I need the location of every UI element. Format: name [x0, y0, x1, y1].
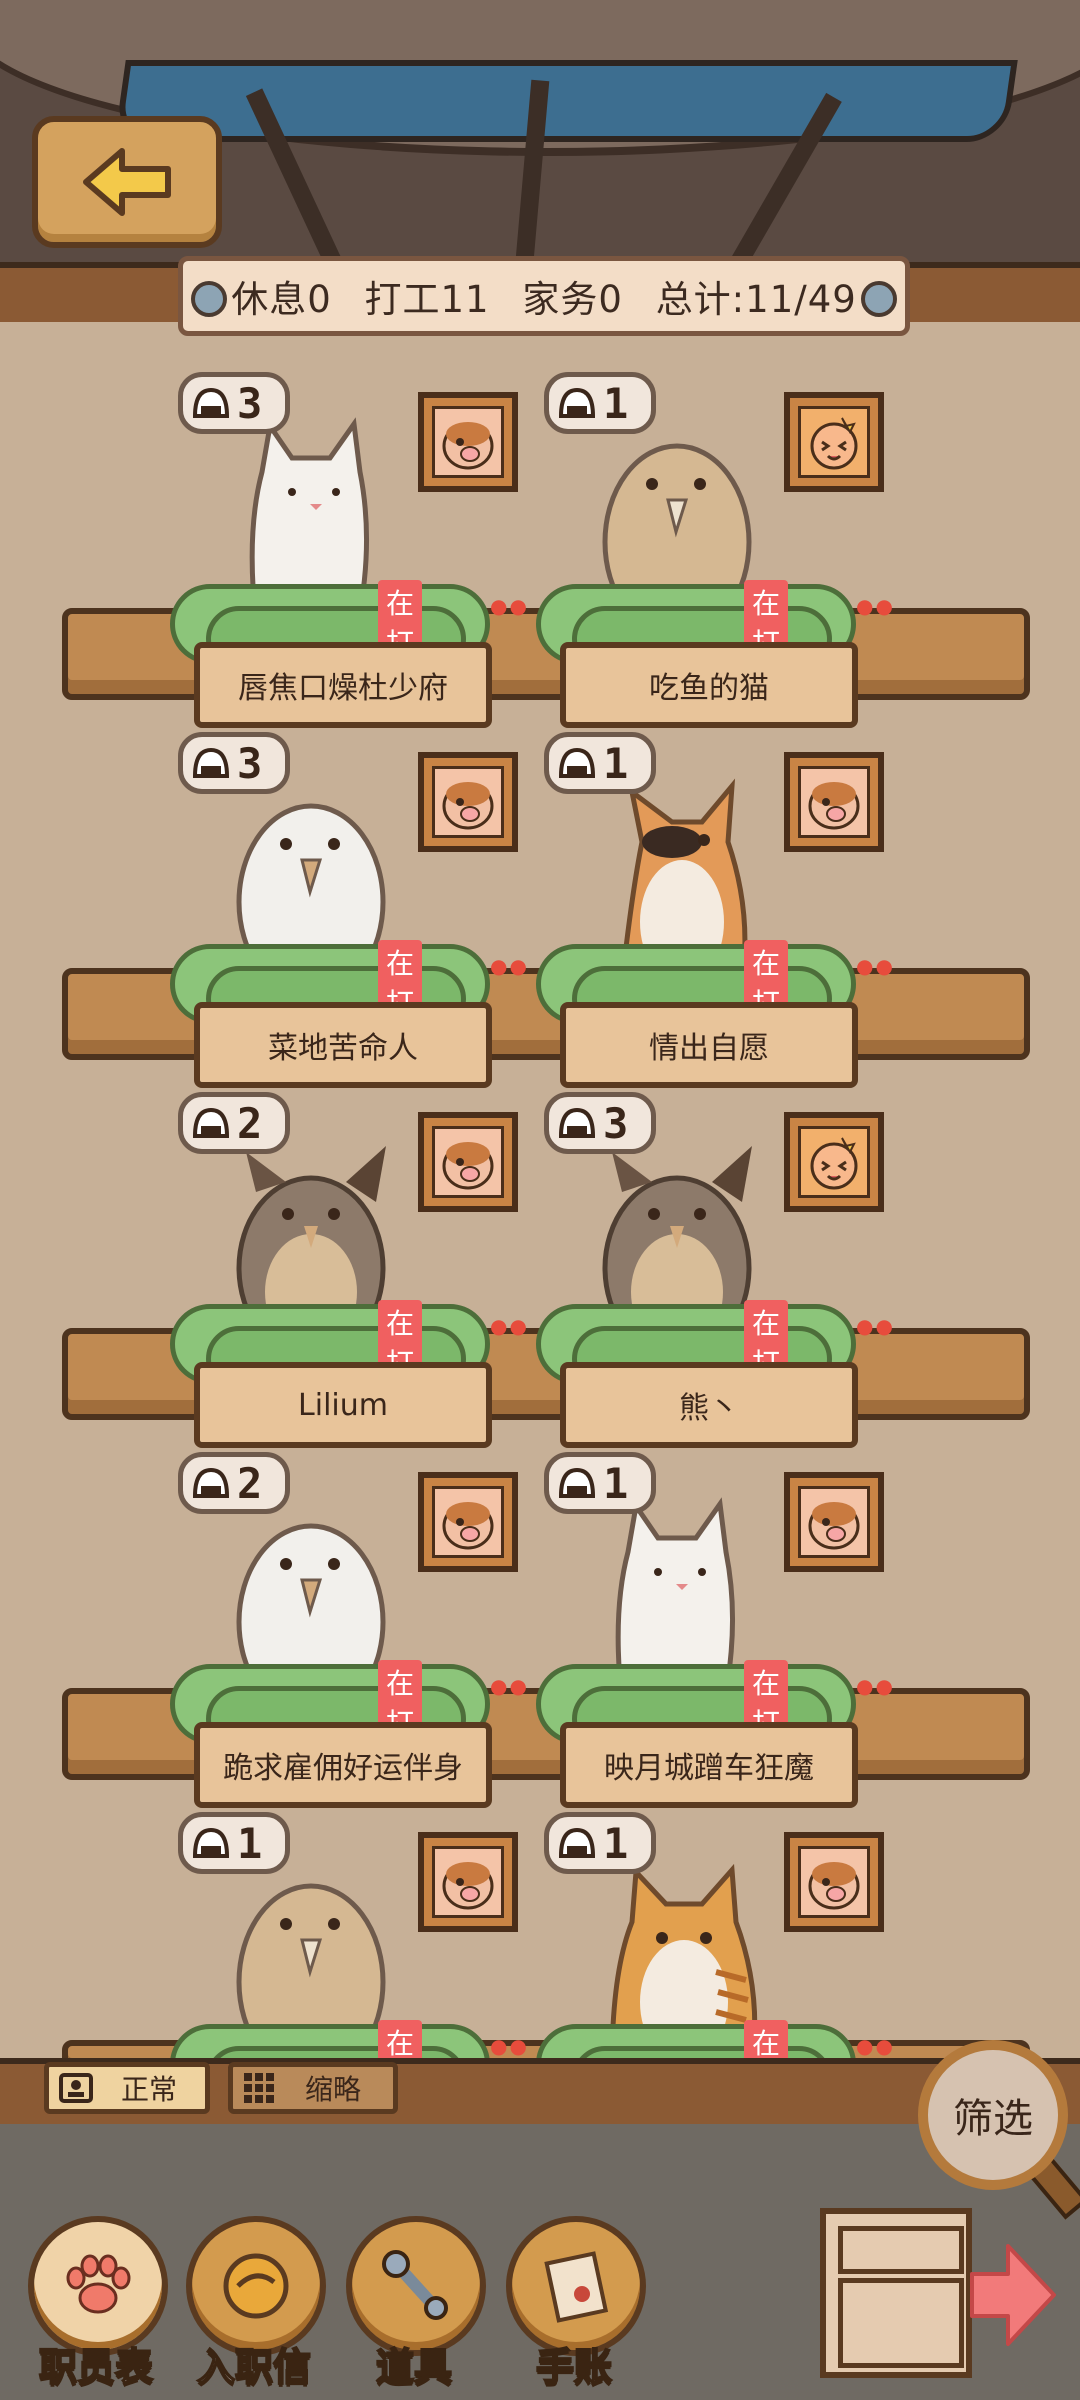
status-dots: ●●	[856, 954, 895, 978]
nav-staff-list-label: 职员表	[38, 2344, 154, 2390]
nav-staff-list[interactable]: 职员表	[28, 2216, 168, 2391]
staff-card[interactable]: 2 在打工 ●● Lilium	[0, 1092, 527, 1452]
energy-bubble: 1	[544, 1812, 656, 1874]
energy-count: 3	[603, 1098, 629, 1148]
staff-name: 熊丶	[560, 1362, 858, 1448]
rice-ball-icon	[558, 1827, 596, 1858]
hamster-icon	[798, 1486, 870, 1558]
energy-bubble: 3	[178, 372, 290, 434]
filter-label: 筛选	[953, 2096, 1033, 2142]
view-compact-label: 缩略	[305, 2073, 362, 2106]
rice-ball-icon	[558, 1467, 596, 1498]
rice-ball-icon	[558, 747, 596, 778]
staff-card[interactable]: 2 在打工 ●● 跪求雇佣好运伴身	[0, 1452, 527, 1812]
rice-ball-icon	[192, 1827, 230, 1858]
grid-icon	[244, 2073, 274, 2103]
energy-bubble: 1	[544, 372, 656, 434]
stat-work: 打工11	[364, 278, 490, 321]
notebook-icon	[506, 2216, 646, 2356]
stat-total: 总计:11/49	[655, 278, 857, 321]
view-compact-toggle[interactable]: 缩略	[228, 2062, 398, 2114]
status-dots: ●●	[856, 1314, 895, 1338]
staff-name: 吃鱼的猫	[560, 642, 858, 728]
view-normal-label: 正常	[121, 2073, 178, 2106]
nav-notebook[interactable]: 手账	[506, 2216, 646, 2391]
portrait-frame[interactable]	[784, 1472, 884, 1572]
energy-bubble: 2	[178, 1452, 290, 1514]
energy-count: 1	[603, 738, 629, 788]
energy-count: 3	[237, 378, 263, 428]
rice-ball-icon	[192, 747, 230, 778]
hamster-icon	[798, 1846, 870, 1918]
status-dots: ●●	[856, 2034, 895, 2058]
stats-banner: 休息0 打工11 家务0 总计:11/49	[178, 256, 910, 336]
staff-name: 情出自愿	[560, 1002, 858, 1088]
arrow-left-icon	[83, 148, 171, 216]
back-button[interactable]	[32, 116, 222, 248]
nav-notebook-label: 手账	[535, 2344, 613, 2390]
gold-face-icon	[798, 406, 870, 478]
staff-card[interactable]: 3 在打工 ●● 熊丶	[366, 1092, 893, 1452]
rivet	[861, 281, 897, 317]
staff-card[interactable]: 1 在打工 ●● 情出自愿	[366, 732, 893, 1092]
portrait-frame[interactable]	[784, 1112, 884, 1212]
paw-icon	[28, 2216, 168, 2356]
energy-count: 2	[237, 1098, 263, 1148]
nav-onboarding-letter-label: 入职信	[196, 2344, 312, 2390]
rice-ball-icon	[192, 387, 230, 418]
rice-ball-icon	[558, 1107, 596, 1138]
nav-onboarding-letter[interactable]: 入职信	[186, 2216, 326, 2391]
energy-count: 1	[603, 378, 629, 428]
energy-count: 1	[237, 1818, 263, 1868]
status-dots: ●●	[856, 594, 895, 618]
portrait-frame[interactable]	[784, 752, 884, 852]
rice-ball-icon	[192, 1107, 230, 1138]
portrait-frame[interactable]	[784, 392, 884, 492]
stat-rest: 休息0	[231, 278, 332, 321]
gold-face-icon	[798, 1126, 870, 1198]
energy-count: 2	[237, 1458, 263, 1508]
staff-card[interactable]: 3 在打工 ●● 菜地苦命人	[0, 732, 527, 1092]
nav-items-label: 道具	[375, 2344, 453, 2390]
portrait-frame[interactable]	[784, 1832, 884, 1932]
filter-button[interactable]: 筛选	[918, 2040, 1068, 2190]
energy-count: 3	[237, 738, 263, 788]
staff-card[interactable]: 1 在打工 ●● 映月城蹭车狂魔	[366, 1452, 893, 1812]
energy-bubble: 2	[178, 1092, 290, 1154]
view-normal-toggle[interactable]: 正常	[44, 2062, 210, 2114]
staff-name: 映月城蹭车狂魔	[560, 1722, 858, 1808]
rivet	[191, 281, 227, 317]
stat-chores: 家务0	[522, 278, 623, 321]
energy-count: 1	[603, 1818, 629, 1868]
energy-bubble: 1	[178, 1812, 290, 1874]
energy-count: 1	[603, 1458, 629, 1508]
cabinet[interactable]	[820, 2208, 972, 2378]
energy-bubble: 3	[544, 1092, 656, 1154]
cabinet-drawer	[838, 2226, 964, 2274]
arrow-right-icon[interactable]	[968, 2240, 1058, 2350]
nav-items[interactable]: 道具	[346, 2216, 486, 2391]
hamster-icon	[798, 766, 870, 838]
rice-ball-icon	[192, 1467, 230, 1498]
status-dots: ●●	[856, 1674, 895, 1698]
staff-card[interactable]: 1 在打工 ●● 吃鱼的猫	[366, 372, 893, 732]
energy-bubble: 3	[178, 732, 290, 794]
rice-ball-icon	[558, 387, 596, 418]
cabinet-drawer	[838, 2278, 964, 2368]
energy-bubble: 1	[544, 1452, 656, 1514]
energy-bubble: 1	[544, 732, 656, 794]
orb-icon	[186, 2216, 326, 2356]
id-card-icon	[59, 2073, 93, 2103]
wrench-icon	[346, 2216, 486, 2356]
staff-card[interactable]: 3 在打工 ●● 唇焦口燥杜少府	[0, 372, 527, 732]
